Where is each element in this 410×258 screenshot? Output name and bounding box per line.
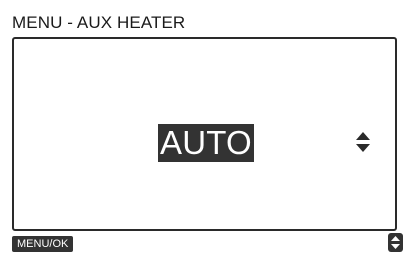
screen-title: MENU - AUX HEATER xyxy=(12,13,186,32)
menu-ok-button[interactable]: MENU/OK xyxy=(12,236,74,252)
selected-value[interactable]: AUTO xyxy=(158,124,254,162)
up-down-arrows-icon[interactable] xyxy=(355,131,371,153)
value-panel: AUTO xyxy=(12,37,397,231)
navigate-up-down-icon[interactable] xyxy=(388,233,403,252)
